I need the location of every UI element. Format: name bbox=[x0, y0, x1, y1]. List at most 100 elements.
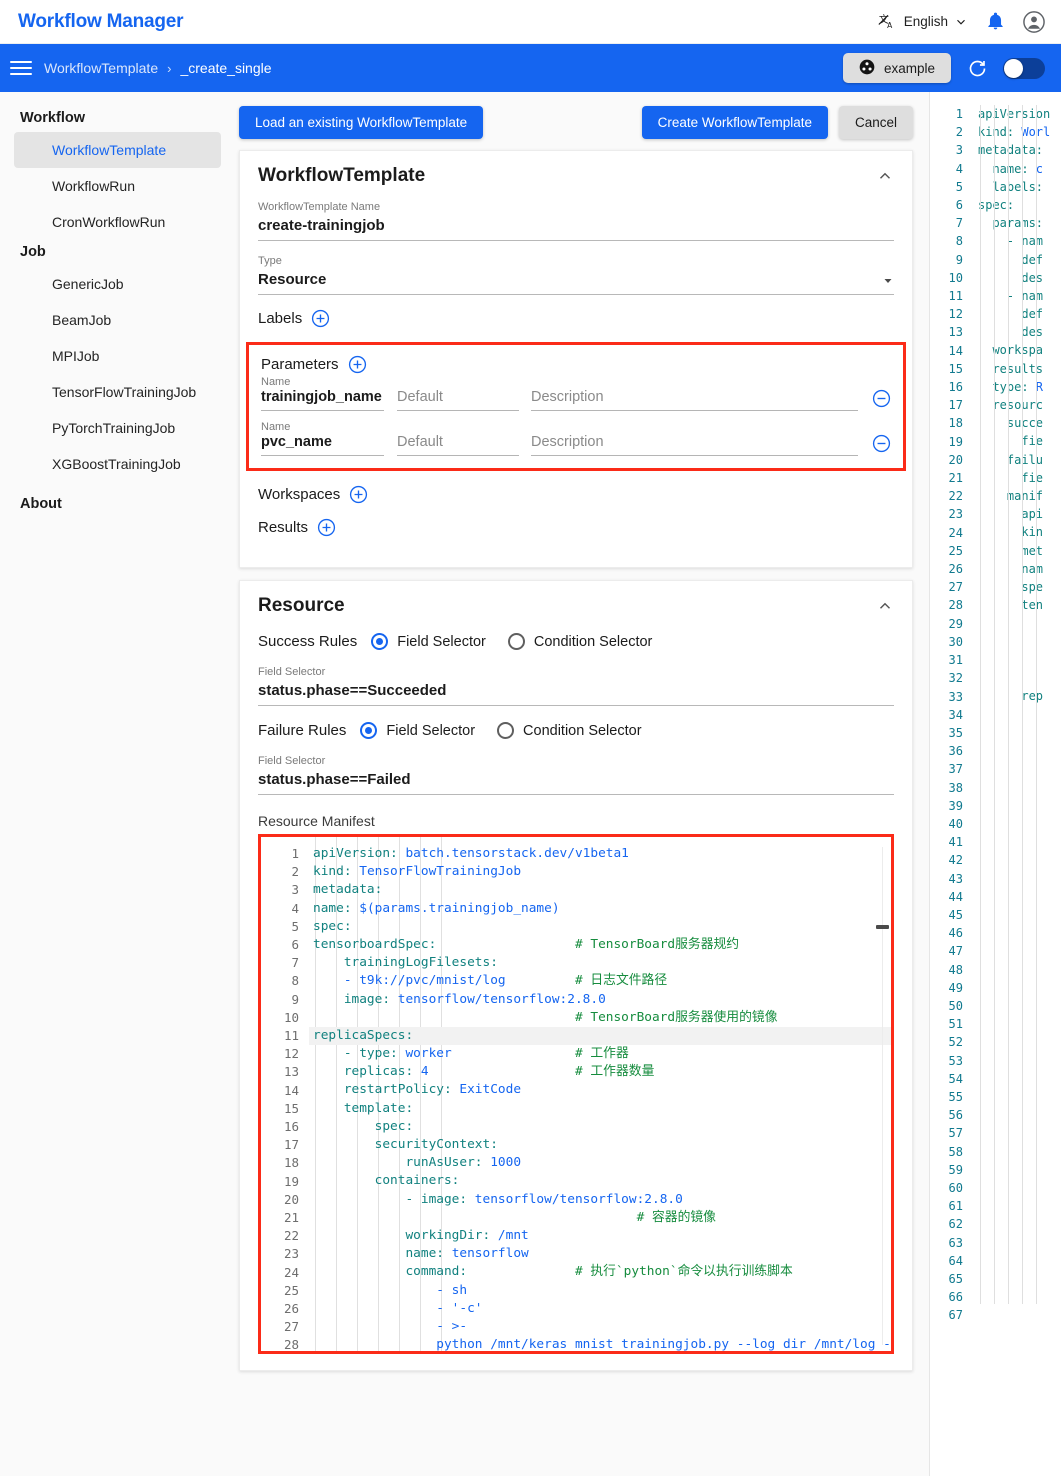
yaml-code-line[interactable]: manif bbox=[972, 487, 1061, 505]
editor-code-line[interactable]: command: # 执行`python`命令以执行训练脚本 bbox=[309, 1263, 891, 1281]
yaml-code-area[interactable]: apiVersion kind: Worl metadata: name: c la… bbox=[972, 105, 1061, 1325]
project-chip[interactable]: example bbox=[842, 53, 951, 83]
sidebar-item-beamjob[interactable]: BeamJob bbox=[14, 302, 221, 338]
failure-field-selector-input[interactable]: status.phase==Failed bbox=[258, 769, 894, 795]
sidebar-item-workflowrun[interactable]: WorkflowRun bbox=[14, 168, 221, 204]
parameter-name-input[interactable]: trainingjob_name bbox=[261, 389, 384, 411]
yaml-code-line[interactable] bbox=[972, 1287, 1061, 1305]
yaml-code-line[interactable]: resourc bbox=[972, 396, 1061, 414]
chevron-up-icon[interactable] bbox=[876, 597, 894, 615]
yaml-code-line[interactable] bbox=[972, 869, 1061, 887]
yaml-code-line[interactable] bbox=[972, 1178, 1061, 1196]
yaml-code-line[interactable] bbox=[972, 1251, 1061, 1269]
yaml-code-line[interactable] bbox=[972, 960, 1061, 978]
yaml-code-line[interactable]: apiVersion bbox=[972, 105, 1061, 123]
yaml-code-line[interactable]: des bbox=[972, 269, 1061, 287]
remove-parameter-minus-circle-icon[interactable] bbox=[872, 389, 891, 408]
yaml-code-line[interactable] bbox=[972, 1014, 1061, 1032]
editor-code-line[interactable]: # 容器的镜像 bbox=[309, 1209, 891, 1227]
editor-code-line[interactable]: trainingLogFilesets: bbox=[309, 954, 891, 972]
yaml-code-line[interactable]: fie bbox=[972, 432, 1061, 450]
yaml-code-line[interactable]: spe bbox=[972, 578, 1061, 596]
yaml-code-line[interactable] bbox=[972, 1105, 1061, 1123]
yaml-code-line[interactable]: name: c bbox=[972, 160, 1061, 178]
editor-code-line[interactable]: replicas: 4 # 工作器数量 bbox=[309, 1063, 891, 1081]
yaml-code-line[interactable]: nam bbox=[972, 560, 1061, 578]
parameter-description-input[interactable]: Description bbox=[531, 434, 858, 456]
yaml-code-line[interactable]: params: bbox=[972, 214, 1061, 232]
yaml-code-line[interactable] bbox=[972, 814, 1061, 832]
yaml-code-line[interactable] bbox=[972, 796, 1061, 814]
yaml-code-line[interactable] bbox=[972, 1124, 1061, 1142]
yaml-code-line[interactable] bbox=[972, 851, 1061, 869]
success-field-selector-field[interactable]: Field Selector status.phase==Succeeded bbox=[258, 666, 894, 706]
yaml-code-line[interactable] bbox=[972, 778, 1061, 796]
cancel-button[interactable]: Cancel bbox=[838, 106, 913, 139]
yaml-code-line[interactable]: workspa bbox=[972, 341, 1061, 359]
editor-code-line[interactable]: name: $(params.trainingjob_name) bbox=[309, 900, 891, 918]
yaml-code-line[interactable] bbox=[972, 651, 1061, 669]
yaml-code-line[interactable] bbox=[972, 923, 1061, 941]
yaml-code-line[interactable]: fie bbox=[972, 469, 1061, 487]
editor-code-line[interactable]: - sh bbox=[309, 1282, 891, 1300]
add-label-plus-circle-icon[interactable] bbox=[311, 309, 330, 328]
sidebar-item-pytorchtrainingjob[interactable]: PyTorchTrainingJob bbox=[14, 410, 221, 446]
editor-code-line[interactable]: python /mnt/keras mnist trainingjob.py -… bbox=[309, 1336, 891, 1351]
yaml-code-line[interactable] bbox=[972, 1196, 1061, 1214]
yaml-code-line[interactable] bbox=[972, 632, 1061, 650]
notifications-button[interactable] bbox=[974, 12, 1017, 31]
editor-code-line[interactable]: name: tensorflow bbox=[309, 1245, 891, 1263]
sidebar-item-genericjob[interactable]: GenericJob bbox=[14, 266, 221, 302]
yaml-code-line[interactable]: rep bbox=[972, 687, 1061, 705]
yaml-code-line[interactable] bbox=[972, 978, 1061, 996]
yaml-code-line[interactable] bbox=[972, 1305, 1061, 1323]
yaml-code-line[interactable] bbox=[972, 705, 1061, 723]
parameter-description-input[interactable]: Description bbox=[531, 389, 858, 411]
yaml-code-line[interactable]: def bbox=[972, 251, 1061, 269]
editor-code-line[interactable]: - '-c' bbox=[309, 1300, 891, 1318]
theme-toggle[interactable] bbox=[1003, 57, 1045, 79]
yaml-code-line[interactable] bbox=[972, 887, 1061, 905]
load-existing-button[interactable]: Load an existing WorkflowTemplate bbox=[239, 106, 484, 139]
editor-code-area[interactable]: apiVersion: batch.tensorstack.dev/v1beta… bbox=[309, 837, 891, 1351]
template-name-field[interactable]: WorkflowTemplate Name create-trainingjob bbox=[258, 201, 894, 241]
editor-code-line[interactable]: - image: tensorflow/tensorflow:2.8.0 bbox=[309, 1191, 891, 1209]
template-type-field[interactable]: Type Resource bbox=[258, 255, 894, 295]
yaml-code-line[interactable] bbox=[972, 1214, 1061, 1232]
sidebar-item-mpijob[interactable]: MPIJob bbox=[14, 338, 221, 374]
yaml-code-line[interactable] bbox=[972, 1087, 1061, 1105]
parameter-name-input[interactable]: pvc_name bbox=[261, 434, 384, 456]
sidebar-item-tensorflowtrainingjob[interactable]: TensorFlowTrainingJob bbox=[14, 374, 221, 410]
yaml-code-line[interactable] bbox=[972, 1269, 1061, 1287]
yaml-code-line[interactable]: ten bbox=[972, 596, 1061, 614]
editor-code-line[interactable]: - t9k://pvc/mnist/log # 日志文件路径 bbox=[309, 972, 891, 990]
yaml-code-line[interactable]: kind: Worl bbox=[972, 123, 1061, 141]
editor-code-line[interactable]: replicaSpecs: bbox=[309, 1026, 891, 1046]
yaml-code-line[interactable] bbox=[972, 1069, 1061, 1087]
yaml-code-line[interactable] bbox=[972, 742, 1061, 760]
account-button[interactable] bbox=[1017, 10, 1047, 33]
yaml-code-line[interactable]: failu bbox=[972, 451, 1061, 469]
editor-code-line[interactable]: runAsUser: 1000 bbox=[309, 1154, 891, 1172]
hamburger-menu-icon[interactable] bbox=[10, 57, 32, 79]
yaml-code-line[interactable] bbox=[972, 905, 1061, 923]
failure-condition-selector-radio[interactable]: Condition Selector bbox=[497, 722, 642, 739]
editor-code-line[interactable]: restartPolicy: ExitCode bbox=[309, 1081, 891, 1099]
success-field-selector-input[interactable]: status.phase==Succeeded bbox=[258, 680, 894, 706]
sidebar-group-about[interactable]: About bbox=[0, 496, 235, 512]
editor-code-line[interactable]: - >- bbox=[309, 1318, 891, 1336]
editor-code-line[interactable]: apiVersion: batch.tensorstack.dev/v1beta… bbox=[309, 845, 891, 863]
editor-code-line[interactable]: metadata: bbox=[309, 881, 891, 899]
template-name-value[interactable]: create-trainingjob bbox=[258, 215, 894, 241]
create-workflowtemplate-button[interactable]: Create WorkflowTemplate bbox=[641, 106, 828, 139]
yaml-code-line[interactable] bbox=[972, 1233, 1061, 1251]
yaml-code-line[interactable] bbox=[972, 996, 1061, 1014]
yaml-code-line[interactable]: def bbox=[972, 305, 1061, 323]
sidebar-item-xgboosttrainingjob[interactable]: XGBoostTrainingJob bbox=[14, 446, 221, 482]
yaml-code-line[interactable]: metadata: bbox=[972, 141, 1061, 159]
yaml-code-line[interactable] bbox=[972, 833, 1061, 851]
yaml-code-line[interactable]: des bbox=[972, 323, 1061, 341]
yaml-code-line[interactable]: labels: bbox=[972, 178, 1061, 196]
yaml-code-line[interactable] bbox=[972, 723, 1061, 741]
yaml-code-line[interactable] bbox=[972, 1160, 1061, 1178]
